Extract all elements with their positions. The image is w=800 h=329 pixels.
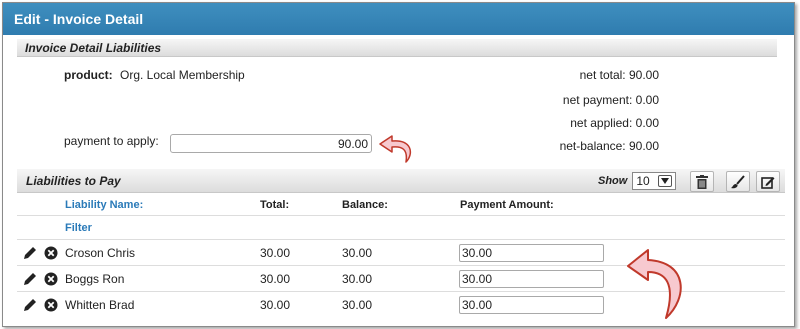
row-balance: 30.00 [342, 272, 373, 286]
net-total-label: net total: [579, 68, 626, 82]
delete-circle-icon[interactable] [44, 246, 58, 260]
net-balance-label: net-balance: [559, 139, 626, 153]
product-value: Org. Local Membership [120, 68, 245, 82]
show-page-size: Show 10 [598, 171, 677, 191]
edit-button[interactable] [756, 171, 780, 192]
pencil-icon[interactable] [23, 246, 37, 260]
page-size-select[interactable]: 10 [632, 172, 677, 190]
header-total: Total: [260, 199, 290, 211]
delete-circle-icon[interactable] [44, 272, 58, 286]
pencil-icon[interactable] [23, 272, 37, 286]
trash-icon [696, 174, 708, 189]
payment-to-apply-label: payment to apply: [64, 134, 159, 148]
net-balance-value: 90.00 [628, 139, 659, 153]
row-balance: 30.00 [342, 246, 373, 260]
net-applied-label: net applied: [570, 116, 633, 130]
row-total: 30.00 [260, 298, 291, 312]
row-total: 30.00 [260, 272, 291, 286]
pencil-icon[interactable] [23, 298, 37, 312]
page-size-value: 10 [636, 174, 650, 188]
show-label: Show [598, 175, 628, 187]
row-name: Croson Chris [65, 246, 136, 260]
delete-button[interactable] [690, 171, 714, 192]
filter-row: Filter [17, 216, 785, 240]
product-label: product: [64, 68, 113, 82]
invoice-detail-section-header: Invoice Detail Liabilities [17, 39, 777, 57]
net-payment-value: 0.00 [635, 93, 659, 107]
brush-icon [731, 174, 745, 188]
curved-arrow-icon [379, 135, 412, 163]
window-title: Edit - Invoice Detail [3, 3, 794, 35]
net-payment-row: net payment: 0.00 [459, 93, 659, 107]
payment-amount-input[interactable] [459, 244, 604, 262]
net-total-row: net total: 90.00 [459, 68, 659, 82]
net-applied-row: net applied: 0.00 [459, 116, 659, 130]
payment-amount-input[interactable] [459, 270, 604, 288]
row-name: Whitten Brad [65, 298, 135, 312]
chevron-down-icon [658, 175, 673, 187]
net-applied-value: 0.00 [635, 116, 659, 130]
row-total: 30.00 [260, 246, 291, 260]
net-balance-row: net-balance: 90.00 [459, 139, 659, 153]
header-balance: Balance: [342, 199, 388, 211]
header-liability-name[interactable]: Liability Name: [65, 199, 143, 211]
edit-box-icon [761, 176, 775, 189]
table-header-row: Liability Name: Total: Balance: Payment … [17, 194, 785, 216]
curved-arrow-icon [627, 249, 682, 319]
row-balance: 30.00 [342, 298, 373, 312]
payment-to-apply-input[interactable] [170, 134, 372, 153]
net-payment-label: net payment: [562, 93, 633, 107]
filter-link[interactable]: Filter [65, 222, 92, 234]
clear-button[interactable] [726, 171, 750, 192]
delete-circle-icon[interactable] [44, 298, 58, 312]
header-payment-amount: Payment Amount: [460, 199, 554, 211]
payment-amount-input[interactable] [459, 296, 604, 314]
net-total-value: 90.00 [628, 68, 659, 82]
row-name: Boggs Ron [65, 272, 125, 286]
